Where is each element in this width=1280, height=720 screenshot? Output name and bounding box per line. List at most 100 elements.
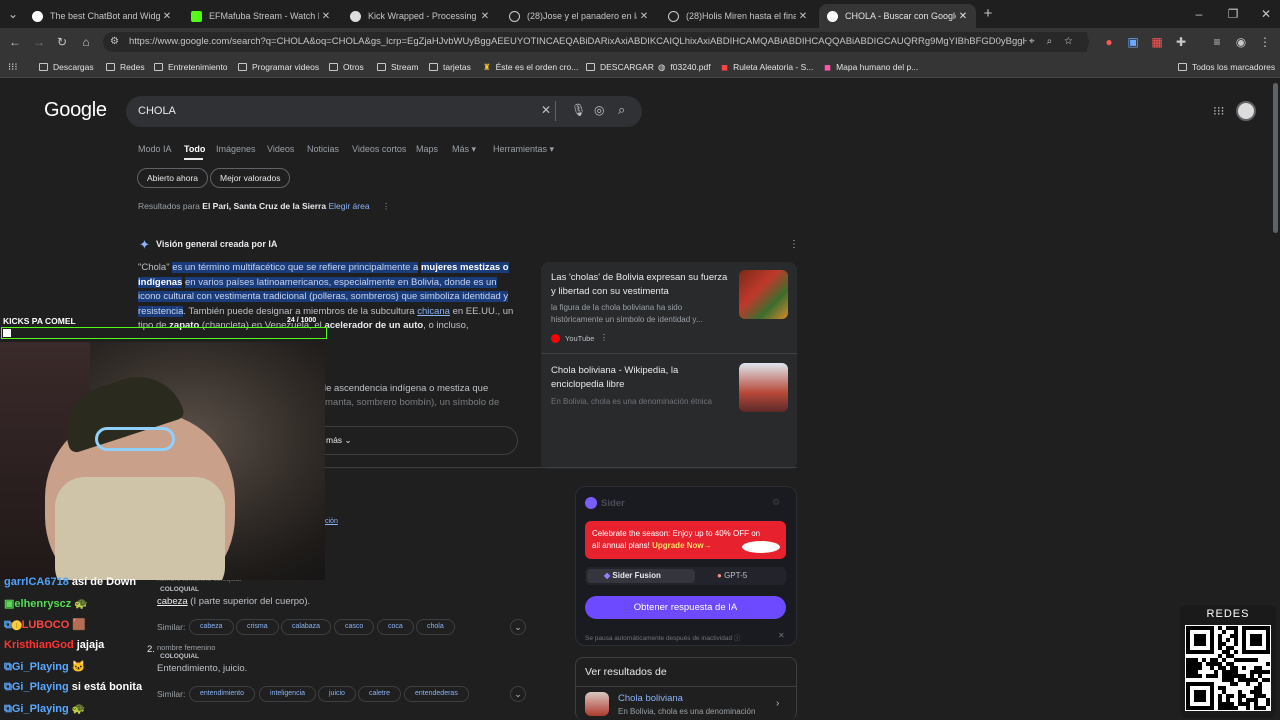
bookmark-folder[interactable]: Descargas	[39, 60, 94, 74]
lens-icon[interactable]: ◎	[594, 103, 604, 117]
get-ai-answer-button[interactable]: Obtener respuesta de IA	[585, 596, 786, 619]
source-thumbnail[interactable]	[739, 270, 788, 319]
restore-icon[interactable]: ❐	[1224, 5, 1242, 23]
synonym-chip[interactable]: juicio	[318, 686, 356, 702]
tab-all[interactable]: Todo	[184, 144, 205, 154]
tab-search-icon[interactable]: ⌄	[4, 5, 22, 23]
reload-icon[interactable]: ↻	[53, 33, 71, 51]
minimize-icon[interactable]: –	[1190, 5, 1208, 23]
translate-icon[interactable]: ▣	[1124, 33, 1142, 51]
search-icon[interactable]: ⌕	[618, 102, 625, 118]
browser-tab-1[interactable]: The best ChatBot and Widgets✕	[24, 4, 180, 28]
source-card-title[interactable]: Chola boliviana - Wikipedia, la enciclop…	[551, 364, 731, 392]
clear-search-icon[interactable]: ✕	[541, 103, 551, 117]
bookmark-item[interactable]: ◍ f03240.pdf	[658, 60, 711, 74]
reading-list-icon[interactable]: ≡	[1208, 33, 1226, 51]
source-thumbnail[interactable]	[739, 363, 788, 412]
source-card-title[interactable]: Las 'cholas' de Bolivia expresan su fuer…	[551, 271, 731, 299]
model-tab-gpt[interactable]: ● GPT-5	[717, 571, 747, 580]
avatar[interactable]	[1236, 101, 1256, 121]
bookmark-folder[interactable]: tarjetas	[429, 60, 471, 74]
browser-tab-3[interactable]: Kick Wrapped - Processing ✕	[342, 4, 498, 28]
profile-icon[interactable]: ◉	[1232, 33, 1250, 51]
bookmark-item[interactable]: ♜ Éste es el orden cro...	[483, 60, 578, 74]
sider-settings-icon[interactable]: ⚙	[772, 497, 780, 508]
browser-tab-2[interactable]: EFMafuba Stream - Watch Live✕	[183, 4, 339, 28]
google-apps-icon[interactable]: ⁝⁝⁝	[1213, 104, 1224, 118]
tab-close-icon[interactable]: ✕	[796, 11, 810, 22]
tab-videos[interactable]: Videos	[267, 144, 294, 154]
upgrade-link[interactable]: Upgrade Now→	[652, 541, 712, 550]
synonym-chip[interactable]: coca	[377, 619, 414, 635]
google-logo[interactable]: Google	[44, 99, 107, 122]
dictionary-link[interactable]: ción	[325, 518, 338, 525]
extension-icon[interactable]: ●	[1100, 33, 1118, 51]
synonym-chip[interactable]: caletre	[358, 686, 402, 702]
synonym-chip[interactable]: casco	[334, 619, 375, 635]
bookmark-folder[interactable]: Redes	[106, 60, 145, 74]
address-bar[interactable]: https://www.google.com/search?q=CHOLA&oq…	[103, 32, 1089, 52]
new-tab-icon[interactable]: +	[979, 5, 997, 23]
search-input[interactable]: CHOLA	[126, 96, 642, 127]
home-icon[interactable]: ⌂	[77, 33, 95, 51]
sider-close-icon[interactable]: ✕	[778, 631, 785, 640]
menu-icon[interactable]: ⋮	[1256, 33, 1274, 51]
tools-button[interactable]: Herramientas ▾	[493, 144, 554, 155]
forward-icon[interactable]: →	[30, 33, 48, 51]
tab-ai-mode[interactable]: Modo IA	[138, 144, 172, 154]
bookmark-folder[interactable]: Programar videos	[238, 60, 319, 74]
voice-search-icon[interactable]: 🎙	[571, 103, 586, 117]
synonym-chip[interactable]: cabeza	[189, 619, 234, 635]
entity-thumbnail[interactable]	[585, 692, 609, 716]
tab-short-videos[interactable]: Videos cortos	[352, 144, 406, 154]
synonym-chip[interactable]: entendimiento	[189, 686, 255, 702]
bookmark-item[interactable]: ◼ Ruleta Aleatoria - S...	[721, 60, 813, 74]
tab-more[interactable]: Más ▾	[452, 144, 476, 155]
synonym-chip[interactable]: crisma	[236, 619, 279, 635]
extension-icon[interactable]: ▦	[1148, 33, 1166, 51]
tab-close-icon[interactable]: ✕	[319, 11, 333, 22]
chevron-right-icon[interactable]: ›	[776, 698, 779, 709]
bookmark-item[interactable]: ◼ Mapa humano del p...	[824, 60, 918, 74]
tab-close-icon[interactable]: ✕	[160, 11, 174, 22]
bookmark-folder[interactable]: DESCARGAR	[586, 60, 654, 74]
synonym-chip[interactable]: inteligencia	[259, 686, 317, 702]
browser-tab-active[interactable]: CHOLA - Buscar con Google ✕	[819, 4, 976, 28]
ai-menu-icon[interactable]: ⋮	[789, 239, 799, 250]
more-vert-icon[interactable]: ⋮	[382, 201, 391, 211]
tab-maps[interactable]: Maps	[416, 144, 438, 154]
tab-images[interactable]: Imágenes	[216, 144, 256, 154]
choose-area-link[interactable]: Elegir área	[328, 201, 369, 211]
extensions-puzzle-icon[interactable]: ✚	[1172, 33, 1190, 51]
bookmark-folder[interactable]: Entretenimiento	[154, 60, 228, 74]
expand-synonyms-icon[interactable]: ⌄	[510, 686, 526, 702]
definition-word-link[interactable]: cabeza	[157, 596, 188, 607]
all-bookmarks[interactable]: Todos los marcadores	[1178, 60, 1275, 74]
tab-news[interactable]: Noticias	[307, 144, 339, 154]
tab-close-icon[interactable]: ✕	[956, 11, 970, 22]
chip-open-now[interactable]: Abierto ahora	[137, 168, 209, 188]
scrollbar-thumb[interactable]	[1273, 83, 1278, 233]
location-icon[interactable]: ⌖	[1029, 36, 1047, 47]
source-menu-icon[interactable]: ⋮	[600, 333, 608, 342]
bookmark-label: Ruleta Aleatoria - S...	[733, 62, 814, 72]
chicana-link[interactable]: chicana	[417, 306, 450, 317]
synonym-chip[interactable]: entendederas	[404, 686, 469, 702]
back-icon[interactable]: ←	[6, 33, 24, 51]
browser-tab-5[interactable]: (28)Holis Miren hasta el final 😆✕	[660, 4, 816, 28]
tab-close-icon[interactable]: ✕	[637, 11, 651, 22]
site-info-icon[interactable]: ⚙	[110, 36, 119, 47]
expand-synonyms-icon[interactable]: ⌄	[510, 619, 526, 635]
chip-top-rated[interactable]: Mejor valorados	[210, 168, 291, 188]
tab-close-icon[interactable]: ✕	[478, 11, 492, 22]
bookmark-folder[interactable]: Stream	[377, 60, 418, 74]
synonym-chip[interactable]: chola	[416, 619, 455, 635]
window-close-icon[interactable]: ✕	[1257, 5, 1275, 23]
bookmark-folder[interactable]: Otros	[329, 60, 364, 74]
bookmark-star-icon[interactable]: ☆	[1064, 36, 1084, 47]
browser-tab-4[interactable]: (28)Jose y el panadero en la nu✕	[501, 4, 657, 28]
entity-link[interactable]: Chola boliviana	[618, 693, 683, 704]
apps-icon[interactable]: ⁝⁝⁝	[8, 60, 18, 74]
synonym-chip[interactable]: calabaza	[281, 619, 332, 635]
zoom-icon[interactable]: ⌕	[1047, 36, 1065, 47]
